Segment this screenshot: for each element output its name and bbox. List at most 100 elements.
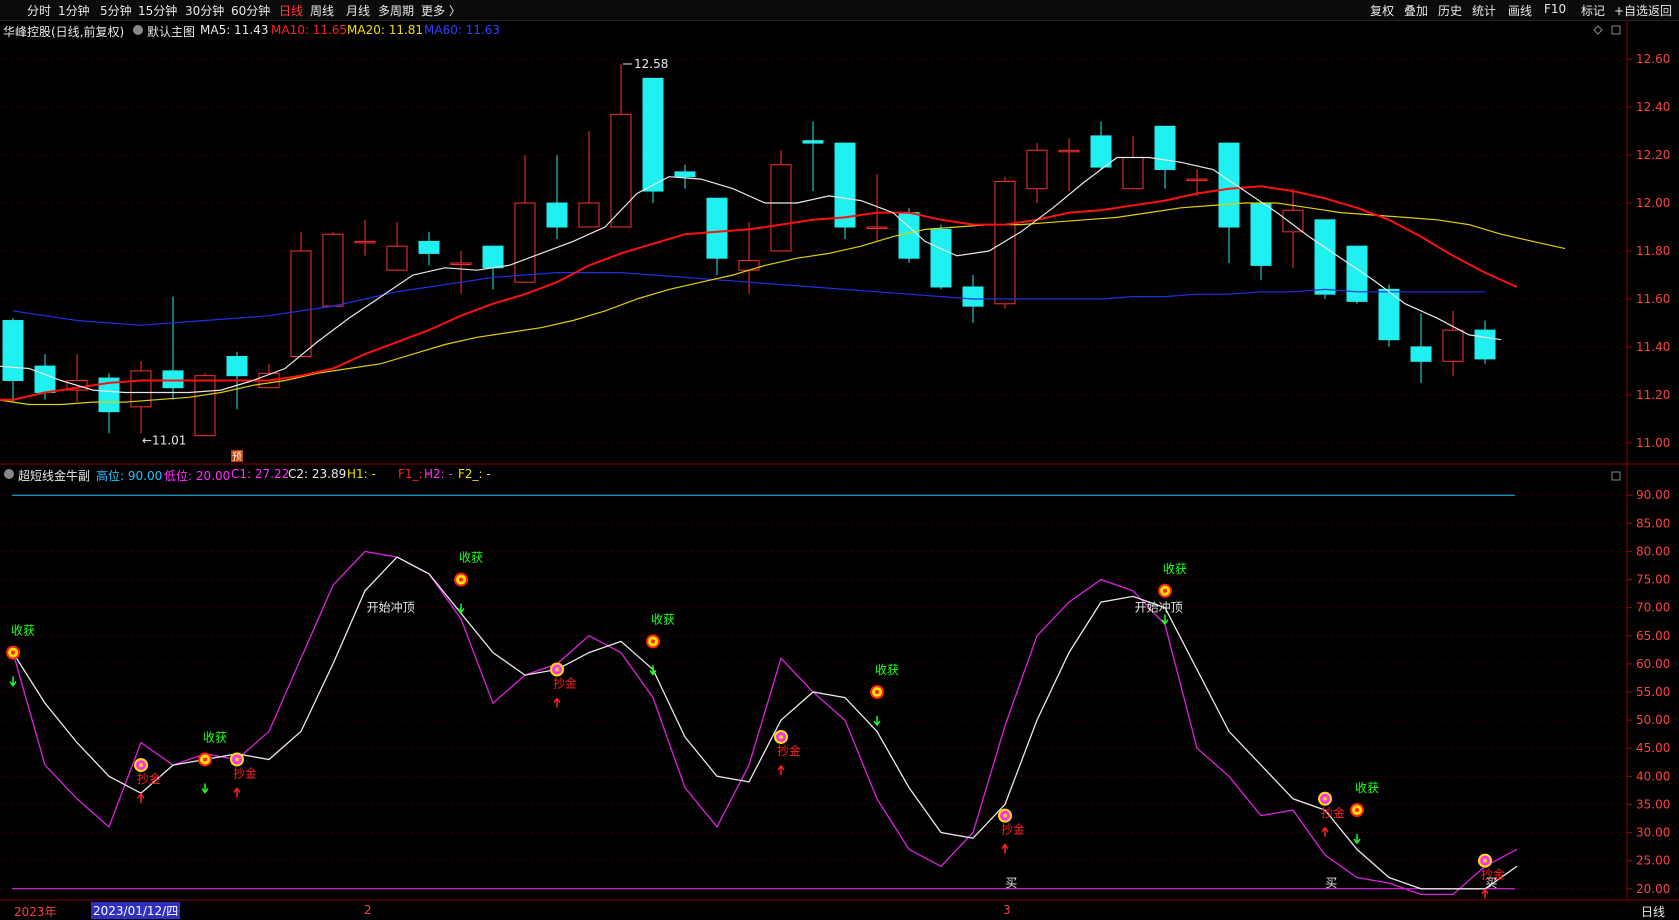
toolbar-item-2[interactable]: 5分钟 <box>100 2 132 19</box>
gold-label: 抄金 <box>1321 805 1345 820</box>
c2-line <box>12 556 1518 890</box>
marker-core <box>1323 796 1327 801</box>
indicator-title[interactable]: 超短线金牛副 <box>18 467 90 484</box>
stock-title[interactable]: 华峰控股(日线,前复权) <box>3 23 124 40</box>
period-label: 日线 <box>1641 905 1666 919</box>
harvest-marker <box>870 685 884 699</box>
toolbar-item-0[interactable]: 分时 <box>27 2 51 19</box>
candle-body <box>34 365 56 393</box>
osc-tick-label: 60.00 <box>1636 657 1670 671</box>
osc-tick-label: 85.00 <box>1636 516 1670 530</box>
toolbar-item-10[interactable]: 更多 〉 <box>421 2 461 19</box>
harvest-label: 收获 <box>11 624 35 638</box>
candle-body <box>898 212 920 259</box>
down-arrow-icon <box>873 716 881 727</box>
candle-body <box>1410 346 1432 362</box>
marker-core <box>555 667 559 672</box>
signal-text-label: 买 <box>1325 876 1337 890</box>
toolbar-item-5[interactable]: 60分钟 <box>231 2 270 19</box>
marker-core <box>651 639 655 644</box>
marker-core <box>139 763 143 768</box>
price-tick-label: 12.00 <box>1636 196 1670 210</box>
gold-marker <box>1478 853 1492 868</box>
toolbar-right-item-5[interactable]: F10 <box>1544 2 1566 16</box>
toolbar-right-item-8[interactable]: 返回 <box>1648 2 1672 19</box>
signal-text-label: 开始冲顶 <box>1135 600 1183 615</box>
candle-body <box>994 180 1016 305</box>
price-tick-label: 12.20 <box>1636 148 1670 162</box>
candle-body <box>1122 156 1144 190</box>
candle-body <box>226 356 248 377</box>
low-price-label: ←11.01 <box>142 433 186 447</box>
harvest-label: 收获 <box>1355 781 1379 795</box>
indicator-param-6: H2: - <box>424 467 453 481</box>
signal-text-label: 买 <box>1005 876 1017 890</box>
month-label-2: 2 <box>364 903 372 917</box>
candle-body <box>130 370 152 408</box>
candle-body <box>546 202 568 228</box>
candle-body <box>386 245 408 271</box>
candle-body <box>1442 329 1464 362</box>
osc-tick-label: 75.00 <box>1636 573 1670 587</box>
candle-body <box>1250 202 1272 266</box>
toolbar-item-3[interactable]: 15分钟 <box>138 2 177 19</box>
down-arrow-icon <box>1161 614 1169 626</box>
ma-label-3: MA60: 11.63 <box>424 23 501 37</box>
toolbar-item-4[interactable]: 30分钟 <box>185 2 224 19</box>
osc-tick-label: 20.00 <box>1636 882 1670 896</box>
candle-body <box>1314 219 1336 295</box>
harvest-label: 收获 <box>651 612 675 626</box>
sub-chart-header: 超短线金牛副 高位: 90.00 低位: 20.00 C1: 27.22 C2: 23… <box>0 465 1625 483</box>
toolbar-right-item-0[interactable]: 复权 <box>1370 2 1394 19</box>
toolbar-item-8[interactable]: 月线 <box>346 2 370 19</box>
price-tick-label: 11.00 <box>1636 436 1670 450</box>
price-tick-label: 12.60 <box>1636 52 1670 66</box>
month-label-3: 3 <box>1003 903 1011 917</box>
toolbar-right-item-2[interactable]: 历史 <box>1438 2 1462 19</box>
toolbar-right-item-1[interactable]: 叠加 <box>1404 2 1428 19</box>
down-arrow-icon <box>201 783 209 794</box>
osc-tick-label: 55.00 <box>1636 685 1670 699</box>
harvest-label: 收获 <box>875 663 899 677</box>
candle-body <box>482 245 504 269</box>
candle-body <box>610 113 632 228</box>
harvest-marker <box>1350 803 1364 818</box>
toolbar-item-7[interactable]: 周线 <box>310 2 334 19</box>
pre-marker-box <box>231 450 243 462</box>
osc-tick-label: 70.00 <box>1636 601 1670 615</box>
gold-label: 抄金 <box>1001 822 1025 837</box>
toolbar-item-9[interactable]: 多周期 <box>378 2 414 19</box>
up-arrow-icon <box>233 787 241 798</box>
gold-label: 抄金 <box>553 676 577 691</box>
candle-body <box>514 202 536 283</box>
price-tick-label: 11.20 <box>1636 388 1670 402</box>
candle-body <box>354 240 376 244</box>
candle-body <box>802 140 824 144</box>
chart-canvas[interactable]: 12.60 12.40 12.20 12.00 11.80 11.60 11.40 11.20… <box>0 0 1679 919</box>
marker-core <box>203 757 207 762</box>
candle-body <box>1346 245 1368 302</box>
toolbar-right-item-6[interactable]: 标记 <box>1581 2 1605 19</box>
ma20-line <box>0 202 1566 406</box>
candle-body <box>290 250 312 357</box>
candle-body <box>1090 135 1112 168</box>
toolbar-right-item-3[interactable]: 统计 <box>1472 2 1496 19</box>
year-label: 2023年 <box>14 905 57 919</box>
main-template-label[interactable]: 默认主图 <box>147 23 195 40</box>
marker-core <box>11 650 15 655</box>
c1-line <box>12 550 1518 896</box>
osc-tick-label: 90.00 <box>1636 488 1670 502</box>
indicator-param-0: 高位: 90.00 <box>96 469 163 483</box>
toolbar-right-item-4[interactable]: 画线 <box>1508 2 1532 19</box>
toolbar-item-1[interactable]: 1分钟 <box>58 2 90 19</box>
marker-core <box>1003 813 1007 818</box>
toolbar-right-item-7[interactable]: +自选 <box>1614 2 1648 19</box>
indicator-param-3: C2: 23.89 <box>288 467 347 481</box>
harvest-marker <box>6 645 20 660</box>
toolbar-item-6[interactable]: 日线 <box>279 2 303 19</box>
ma10-line <box>0 185 1518 401</box>
up-arrow-icon <box>1481 888 1489 899</box>
osc-tick-label: 80.00 <box>1636 544 1670 558</box>
marker-core <box>1483 858 1487 863</box>
candle-body <box>418 240 440 254</box>
